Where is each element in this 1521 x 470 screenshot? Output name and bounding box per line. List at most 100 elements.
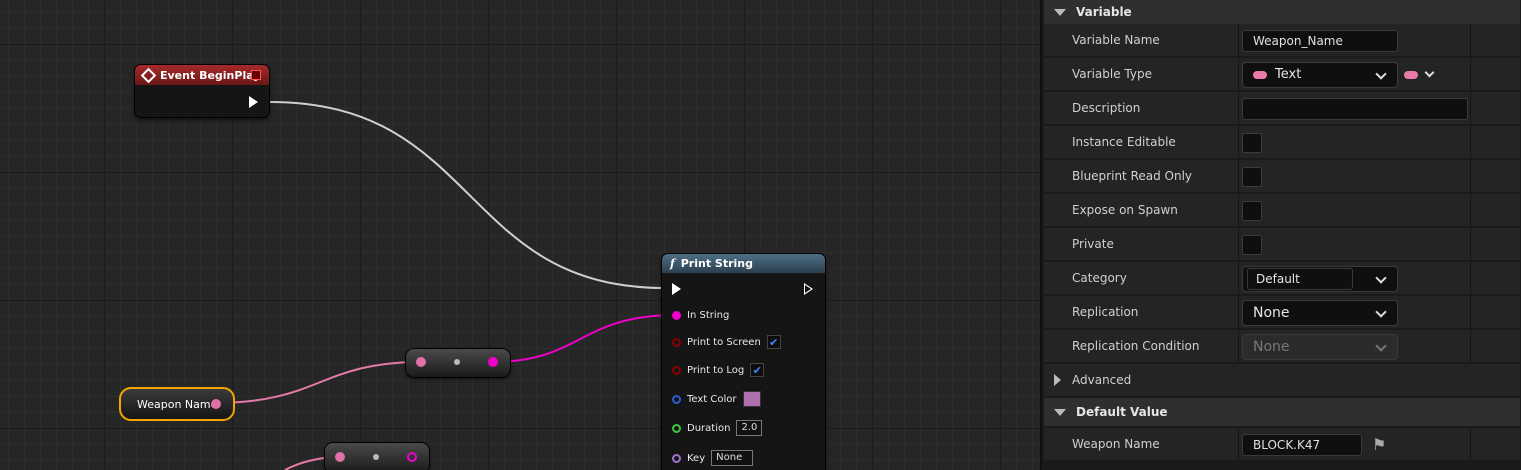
chevron-down-icon: [1375, 67, 1387, 80]
key-dot[interactable]: [672, 453, 681, 463]
column-divider: [1238, 126, 1239, 159]
print-to-screen-label: Print to Screen: [687, 336, 761, 348]
weapon-name-output-pin[interactable]: [211, 399, 221, 409]
weapon-name-node-label: Weapon Name: [137, 397, 218, 411]
print-to-screen-pin[interactable]: Print to Screen ✔: [672, 334, 781, 350]
weapon-name-default-input[interactable]: BLOCK.K47: [1242, 433, 1362, 456]
replication-condition-label: Replication Condition: [1072, 339, 1200, 353]
variable-name-input[interactable]: Weapon_Name: [1242, 29, 1398, 52]
column-divider: [1238, 296, 1239, 329]
conversion-lower-input-pin[interactable]: [335, 452, 345, 462]
column-divider-right: [1470, 330, 1471, 363]
print-to-log-pin[interactable]: Print to Log ✔: [672, 362, 765, 378]
variable-name-label: Variable Name: [1072, 33, 1160, 47]
delegate-pin-icon[interactable]: [251, 70, 261, 80]
text-color-label: Text Color: [687, 393, 737, 405]
expose-on-spawn-row: Expose on Spawn: [1044, 194, 1520, 227]
default-value-section-header[interactable]: Default Value: [1044, 398, 1520, 426]
weapon-name-default-row: Weapon Name BLOCK.K47 ⚑: [1044, 428, 1520, 461]
text-color-swatch[interactable]: [742, 391, 761, 407]
advanced-label: Advanced: [1072, 373, 1132, 387]
print-to-screen-checkbox[interactable]: ✔: [766, 335, 781, 349]
blueprint-read-only-row: Blueprint Read Only: [1044, 160, 1520, 193]
print-string-header[interactable]: f Print String: [662, 254, 825, 273]
description-label: Description: [1072, 101, 1141, 115]
replication-row: Replication None: [1044, 296, 1520, 329]
variable-name-row: Variable Name Weapon_Name: [1044, 24, 1520, 57]
private-label: Private: [1072, 237, 1114, 251]
exec-wire: [269, 101, 666, 289]
event-beginplay-header[interactable]: Event BeginPlay: [135, 65, 269, 85]
variable-type-value: Text: [1275, 67, 1302, 82]
advanced-row[interactable]: Advanced: [1044, 364, 1520, 397]
column-divider-right: [1470, 428, 1471, 461]
conversion-input-pin[interactable]: [416, 357, 426, 367]
container-type-dropdown[interactable]: [1404, 62, 1444, 88]
variable-section-title: Variable: [1076, 5, 1132, 19]
duration-input[interactable]: 2.0: [736, 420, 763, 436]
key-input[interactable]: None: [711, 450, 754, 466]
weapon-name-variable-node[interactable]: Weapon Name: [119, 387, 235, 421]
category-label: Category: [1072, 271, 1127, 285]
print-to-log-dot[interactable]: [672, 365, 681, 375]
conversion-node-lower[interactable]: [325, 443, 429, 470]
column-divider-right: [1470, 58, 1471, 91]
default-value-section-title: Default Value: [1076, 405, 1168, 419]
replication-dropdown[interactable]: None: [1242, 299, 1398, 326]
description-input[interactable]: [1242, 97, 1468, 120]
replication-value: None: [1253, 304, 1290, 321]
exec-out-pin[interactable]: [249, 96, 258, 108]
blueprint-read-only-checkbox[interactable]: [1242, 166, 1262, 187]
column-divider: [1238, 58, 1239, 91]
print-to-log-label: Print to Log: [687, 364, 745, 376]
column-divider: [1238, 160, 1239, 193]
instance-editable-row: Instance Editable: [1044, 126, 1520, 159]
replication-condition-row: Replication Condition None: [1044, 330, 1520, 363]
print-string-title: Print String: [680, 257, 753, 270]
conversion-node[interactable]: [406, 349, 510, 377]
exec-in-pin[interactable]: [672, 283, 681, 295]
conversion-center-dot: [454, 359, 460, 365]
column-divider-right: [1470, 160, 1471, 193]
text-color-dot[interactable]: [672, 394, 681, 404]
expose-on-spawn-label: Expose on Spawn: [1072, 203, 1178, 217]
blueprint-read-only-label: Blueprint Read Only: [1072, 169, 1193, 183]
exec-out-pin[interactable]: [804, 283, 813, 295]
chevron-down-icon: [1375, 339, 1387, 352]
duration-pin[interactable]: Duration 2.0: [672, 420, 763, 436]
description-row: Description: [1044, 92, 1520, 125]
instance-editable-checkbox[interactable]: [1242, 132, 1262, 153]
details-panel: Variable Variable Name Weapon_Name Varia…: [1040, 0, 1521, 470]
event-beginplay-title: Event BeginPlay: [160, 68, 261, 82]
print-to-screen-dot[interactable]: [672, 337, 681, 347]
expand-triangle-icon[interactable]: [1054, 374, 1061, 386]
text-color-pin[interactable]: Text Color: [672, 391, 761, 407]
column-divider-right: [1470, 24, 1471, 57]
replication-condition-value: None: [1253, 338, 1290, 355]
conversion-lower-center-dot: [373, 454, 379, 460]
print-to-log-checkbox[interactable]: ✔: [750, 363, 765, 377]
replication-condition-dropdown: None: [1242, 333, 1398, 360]
column-divider-right: [1470, 228, 1471, 261]
expose-on-spawn-checkbox[interactable]: [1242, 200, 1262, 221]
event-beginplay-node[interactable]: Event BeginPlay: [135, 65, 269, 117]
conversion-output-pin[interactable]: [488, 357, 498, 367]
collapse-triangle-icon[interactable]: [1054, 408, 1066, 416]
chevron-down-icon: [1424, 67, 1435, 77]
private-checkbox[interactable]: [1242, 234, 1262, 255]
blueprint-graph[interactable]: Event BeginPlay f Print String In String…: [0, 0, 1040, 470]
chevron-down-icon: [1375, 271, 1387, 284]
collapse-triangle-icon[interactable]: [1054, 8, 1066, 16]
category-combo[interactable]: Default: [1242, 265, 1398, 292]
event-diamond-icon: [140, 67, 157, 83]
variable-section-header[interactable]: Variable: [1044, 0, 1520, 24]
duration-dot[interactable]: [672, 423, 681, 433]
print-string-node[interactable]: f Print String In String Print to Screen…: [662, 254, 825, 470]
in-string-pin[interactable]: In String: [672, 307, 729, 323]
category-input[interactable]: Default: [1247, 267, 1353, 290]
conversion-lower-output-pin[interactable]: [407, 452, 417, 462]
key-pin[interactable]: Key None: [672, 450, 754, 466]
in-string-dot[interactable]: [672, 310, 681, 320]
variable-type-dropdown[interactable]: Text: [1242, 61, 1398, 88]
localization-flag-icon[interactable]: ⚑: [1372, 435, 1386, 454]
